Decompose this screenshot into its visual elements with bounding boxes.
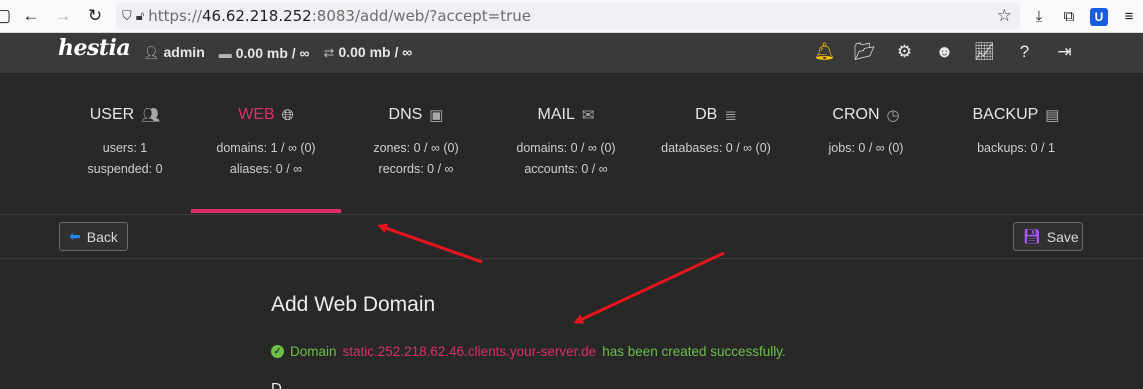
bookmark-star-icon[interactable]: ☆	[997, 6, 1012, 26]
hestia-logo[interactable]: hestia	[58, 35, 131, 61]
forward-arrow-icon[interactable]: →	[50, 3, 76, 29]
disk-stat: ▬ 0.00 mb / ∞	[219, 45, 310, 61]
help-icon[interactable]: ?	[1014, 41, 1035, 63]
tab-mail[interactable]: MAIL ✉ domains: 0 / ∞ (0) accounts: 0 / ∞	[491, 73, 641, 214]
settings-gear-icon[interactable]: ⚙	[894, 41, 915, 63]
tab-mail-stat-accounts: accounts: 0 / ∞	[524, 162, 608, 176]
action-toolbar: ⬅ Back 💾︎ Save	[0, 215, 1143, 259]
toolbar-divider	[0, 258, 1143, 259]
user-stat[interactable]: 👤︎ admin	[143, 44, 205, 61]
tab-web-stat-aliases: aliases: 0 / ∞	[229, 162, 303, 176]
user-icon: 👤︎	[143, 45, 160, 60]
domain-field-label: D	[271, 380, 282, 389]
back-arrow-icon[interactable]: ←	[18, 3, 44, 29]
tab-cron-label: CRON	[832, 106, 880, 123]
tab-mail-stats: domains: 0 / ∞ (0) accounts: 0 / ∞	[491, 138, 641, 180]
bandwidth-arrows-icon: ⇄	[323, 45, 335, 60]
arrow-left-icon: ⬅	[69, 228, 81, 244]
tab-backup-stat-backups: backups: 0 / 1	[977, 141, 1055, 155]
tab-web[interactable]: WEB 🌐︎ domains: 1 / ∞ (0) aliases: 0 / ∞	[191, 73, 341, 214]
tab-user-label: USER	[89, 106, 135, 123]
success-alert: ✓ Domain static.252.218.62.46.clients.yo…	[271, 344, 786, 359]
file-archive-icon: ▤	[1045, 107, 1060, 124]
user-profile-icon[interactable]: ☻	[934, 41, 955, 63]
save-button[interactable]: 💾︎ Save	[1013, 222, 1083, 251]
tab-dns-stat-records: records: 0 / ∞	[378, 162, 454, 176]
tab-mail-label: MAIL	[537, 106, 575, 123]
active-tab-indicator	[191, 209, 341, 213]
annotation-arrow-to-success-message	[573, 251, 725, 324]
save-button-label: Save	[1046, 228, 1079, 245]
tab-user-stat-users: users: 1	[102, 141, 148, 155]
dns-book-icon: ▣	[429, 107, 444, 124]
statistics-chart-icon[interactable]: 📈︎	[974, 41, 996, 63]
browser-tool-icons: ⤓ ⧉ U ≡	[1026, 0, 1142, 33]
tab-cron-stats: jobs: 0 / ∞ (0)	[791, 138, 941, 159]
tab-dns-stat-zones: zones: 0 / ∞ (0)	[373, 141, 459, 155]
back-button[interactable]: ⬅ Back	[59, 222, 128, 251]
tab-cron[interactable]: CRON ◷ jobs: 0 / ∞ (0)	[791, 73, 941, 214]
top-bar: hestia 👤︎ admin ▬ 0.00 mb / ∞ ⇄ 0.00 mb / ∞…	[0, 33, 1143, 73]
tab-user[interactable]: USER 👥︎ users: 1 suspended: 0	[59, 73, 191, 214]
download-icon[interactable]: ⤓	[1026, 8, 1052, 25]
menu-icon[interactable]: ≡	[1116, 8, 1142, 25]
shield-icon[interactable]: ⛉	[122, 8, 132, 24]
back-button-label: Back	[86, 228, 118, 245]
top-stats: 👤︎ admin ▬ 0.00 mb / ∞ ⇄ 0.00 mb / ∞	[143, 44, 412, 61]
tab-dns-stats: zones: 0 / ∞ (0) records: 0 / ∞	[341, 138, 491, 180]
alert-suffix: has been created successfully.	[602, 344, 786, 359]
database-icon: ≣	[724, 107, 737, 124]
bandwidth-usage: 0.00 mb / ∞	[338, 44, 413, 60]
logout-icon[interactable]: ⇥	[1054, 41, 1075, 63]
user-name: admin	[163, 44, 205, 60]
clock-icon: ◷	[886, 107, 900, 124]
url-path: :8083/add/web/?accept=true	[311, 7, 532, 25]
disk-usage: 0.00 mb / ∞	[235, 44, 310, 61]
tab-web-stat-domains: domains: 1 / ∞ (0)	[216, 141, 316, 155]
users-icon: 👥︎	[141, 107, 161, 124]
bandwidth-stat: ⇄ 0.00 mb / ∞	[324, 44, 413, 61]
address-bar[interactable]: ⛉ 🔓︎ https://46.62.218.252:8083/add/web/…	[116, 3, 1020, 29]
browser-toolbar: ▢ ← → ↻ ⛉ 🔓︎ https://46.62.218.252:8083/…	[0, 0, 1143, 33]
top-icon-group: 🔔︎ 📂︎ ⚙ ☻ 📈︎ ? ⇥	[814, 41, 1075, 63]
sidebar-toggle-icon[interactable]: ▢	[0, 3, 11, 29]
tab-db-stats: databases: 0 / ∞ (0)	[641, 138, 791, 159]
mail-icon: ✉	[581, 107, 595, 124]
tab-dns[interactable]: DNS ▣ zones: 0 / ∞ (0) records: 0 / ∞	[341, 73, 491, 214]
main-menu: USER 👥︎ users: 1 suspended: 0 WEB 🌐︎ domai…	[0, 73, 1143, 214]
tab-user-stats: users: 1 suspended: 0	[59, 138, 191, 180]
tab-db-label: DB	[695, 106, 718, 123]
tab-backup-label: BACKUP	[972, 106, 1039, 123]
page-title: Add Web Domain	[271, 293, 436, 316]
insecure-lock-icon[interactable]: 🔓︎	[136, 8, 144, 24]
tab-db-stat-databases: databases: 0 / ∞ (0)	[661, 141, 771, 155]
tab-db[interactable]: DB ≣ databases: 0 / ∞ (0)	[641, 73, 791, 214]
alert-domain-link[interactable]: static.252.218.62.46.clients.your-server…	[343, 344, 597, 359]
file-manager-folder-icon[interactable]: 📂︎	[854, 41, 876, 63]
extensions-icon[interactable]: ⧉	[1056, 8, 1082, 25]
tab-backup[interactable]: BACKUP ▤ backups: 0 / 1	[941, 73, 1091, 214]
tab-web-stats: domains: 1 / ∞ (0) aliases: 0 / ∞	[191, 138, 341, 180]
check-circle-icon: ✓	[271, 345, 284, 358]
floppy-disk-icon: 💾︎	[1023, 228, 1041, 244]
notifications-bell-icon[interactable]: 🔔︎	[814, 41, 836, 63]
tab-backup-stats: backups: 0 / 1	[941, 138, 1091, 159]
tab-mail-stat-domains: domains: 0 / ∞ (0)	[516, 141, 616, 155]
tab-cron-stat-jobs: jobs: 0 / ∞ (0)	[828, 141, 904, 155]
url-text[interactable]: https://46.62.218.252:8083/add/web/?acce…	[148, 7, 531, 25]
tab-user-stat-suspended: suspended: 0	[87, 162, 163, 176]
hard-drive-icon: ▬	[218, 45, 232, 61]
url-host: 46.62.218.252	[201, 7, 312, 25]
url-scheme: https://	[148, 7, 202, 25]
bitwarden-icon[interactable]: U	[1090, 7, 1108, 26]
tab-web-label: WEB	[238, 106, 275, 123]
globe-icon: 🌐︎	[281, 106, 294, 124]
reload-icon[interactable]: ↻	[82, 3, 108, 29]
alert-prefix: Domain	[290, 344, 337, 359]
tab-dns-label: DNS	[388, 106, 423, 123]
